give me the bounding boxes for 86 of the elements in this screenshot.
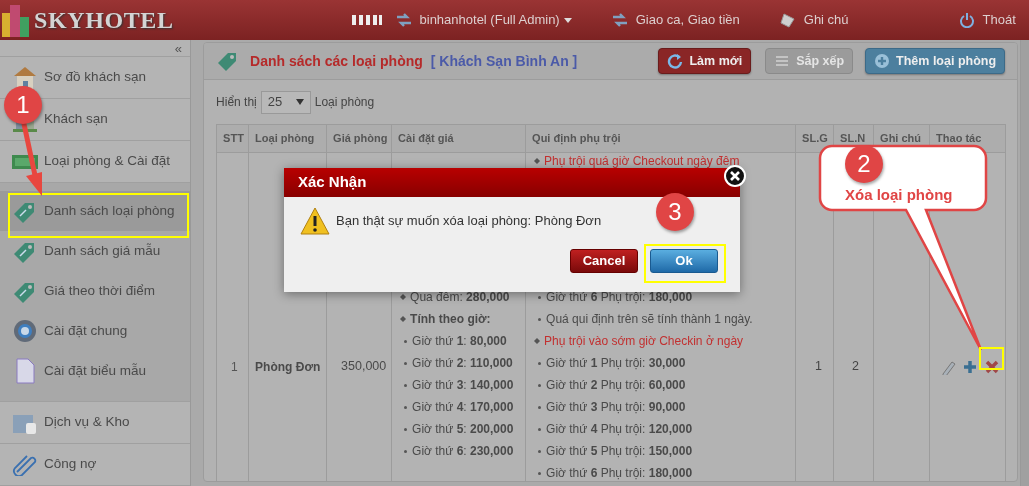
table-cell-text: 1 <box>814 358 823 376</box>
bullet-icon <box>400 294 407 300</box>
cell-line: Giờ thứ 3: 140,000 <box>412 377 514 394</box>
column-header: Loại phòng <box>249 125 328 152</box>
cell-line: Giờ thứ 1: 80,000 <box>412 333 507 350</box>
action-button[interactable] <box>984 358 1001 375</box>
bullet-icon <box>534 158 541 164</box>
lines-icon <box>774 53 791 69</box>
cell-line: Giờ thứ 4: 170,000 <box>412 399 514 416</box>
column-header: Cài đặt giá <box>392 125 527 152</box>
page-size-label: Loại phòng <box>314 94 375 111</box>
toolbar-button[interactable]: Làm mới <box>658 48 752 74</box>
table-cell-text: 2 <box>851 358 860 376</box>
bullet-icon <box>404 383 408 387</box>
power-icon <box>958 12 975 28</box>
cell-line: Phụ trội vào sớm giờ Checkin ở ngày <box>544 333 744 350</box>
cell-line: Giờ thứ 3 Phụ trội: 90,000 <box>546 399 686 416</box>
plus-circle-icon <box>874 53 891 69</box>
panel-title: Danh sách các loại phòng <box>250 51 423 71</box>
cell-line: Giờ thứ 6: 230,000 <box>412 443 514 460</box>
cell-line: Giờ thứ 6 Phụ trội: 180,000 <box>546 465 693 481</box>
toolbar-button[interactable]: Thêm loại phòng <box>865 48 1006 74</box>
note-icon <box>779 12 796 28</box>
add-icon <box>962 358 979 375</box>
bullet-icon <box>538 405 542 409</box>
brand-logo: SKYHOTEL <box>34 6 174 35</box>
bullet-icon <box>538 427 542 431</box>
bullet-icon <box>538 449 542 453</box>
highlight-frame <box>979 347 1004 370</box>
column-header: Giá phòng <box>327 125 393 152</box>
bullet-icon <box>404 405 408 409</box>
refresh-icon <box>667 53 684 69</box>
gear-icon <box>12 318 38 344</box>
cell-line: Phụ trội quá giờ Checkout ngày đêm <box>544 153 740 170</box>
bullet-icon <box>538 295 542 299</box>
cell-line: Qua đêm: 280,000 <box>410 289 510 306</box>
warning-icon <box>300 207 330 235</box>
cell-line: Giờ thứ 4 Phụ trội: 120,000 <box>546 421 693 438</box>
cell-line: Giờ thứ 1 Phụ trội: 30,000 <box>546 355 686 372</box>
table-cell-text: 1 <box>230 358 238 376</box>
bullet-icon <box>400 316 407 322</box>
cell-line: Giờ thứ 5 Phụ trội: 150,000 <box>546 443 693 460</box>
scrollbar[interactable] <box>1020 40 1029 486</box>
bars-icon <box>351 14 382 26</box>
delete-icon <box>984 358 1001 375</box>
dialog-title: Xác Nhận <box>298 172 367 193</box>
table-cell-text: Phòng Đơn <box>255 358 321 376</box>
bullet-icon <box>404 427 408 431</box>
bullet-icon <box>538 361 542 365</box>
cell-line: Giờ thứ 2 Phụ trội: 60,000 <box>546 377 686 394</box>
cell-line: Giờ thứ 2: 110,000 <box>412 355 513 372</box>
cell-line: Giờ thứ 6 Phụ trội: 180,000 <box>546 289 693 306</box>
dialog-message: Bạn thật sự muốn xóa loại phòng: Phòng Đơn <box>336 212 602 231</box>
callout-caption: Xóa loại phòng <box>845 185 953 205</box>
bullet-icon <box>538 471 542 475</box>
cell-line: Tính theo giờ: <box>410 311 491 328</box>
sidebar-item[interactable]: Danh sách loại phòng <box>0 191 191 231</box>
dialog-button[interactable]: Ok <box>650 249 718 273</box>
cell-line: Quá qui định trên sẽ tính thành 1 ngày. <box>546 311 753 328</box>
document-icon <box>14 358 36 384</box>
cell-line: Giờ thứ 5: 200,000 <box>412 421 514 438</box>
hotel-name: [ Khách Sạn Bình An ] <box>430 51 578 71</box>
swap-arrows-icon <box>395 13 412 27</box>
column-header: Qui định phụ trội <box>526 125 797 152</box>
paperclip-icon <box>12 453 38 476</box>
action-button[interactable] <box>962 358 979 375</box>
table-cell-text: 350,000 <box>340 358 387 376</box>
bullet-icon <box>538 383 542 387</box>
column-header: STT <box>217 125 250 152</box>
swap-arrows-icon <box>611 13 628 27</box>
header-link[interactable]: Giao ca, Giao tiền <box>611 10 740 30</box>
bullet-icon <box>538 317 542 321</box>
bullet-icon <box>534 338 541 344</box>
collapse-button[interactable]: « <box>174 41 183 55</box>
page-size-select[interactable]: 25 <box>260 90 311 114</box>
price-tag-icon <box>216 50 239 72</box>
page-size-label: Hiển thị <box>216 94 257 111</box>
dialog-button[interactable]: Cancel <box>570 249 638 273</box>
bullet-icon <box>404 361 408 365</box>
bullet-icon <box>404 449 408 453</box>
header-link[interactable]: Thoát <box>958 10 1016 30</box>
caret-icon <box>563 17 572 23</box>
user-menu[interactable]: binhanhotel (Full Admin) <box>395 10 572 30</box>
caret-icon <box>295 99 304 105</box>
header-link[interactable]: Ghi chú <box>779 10 849 30</box>
bullet-icon <box>404 339 408 343</box>
